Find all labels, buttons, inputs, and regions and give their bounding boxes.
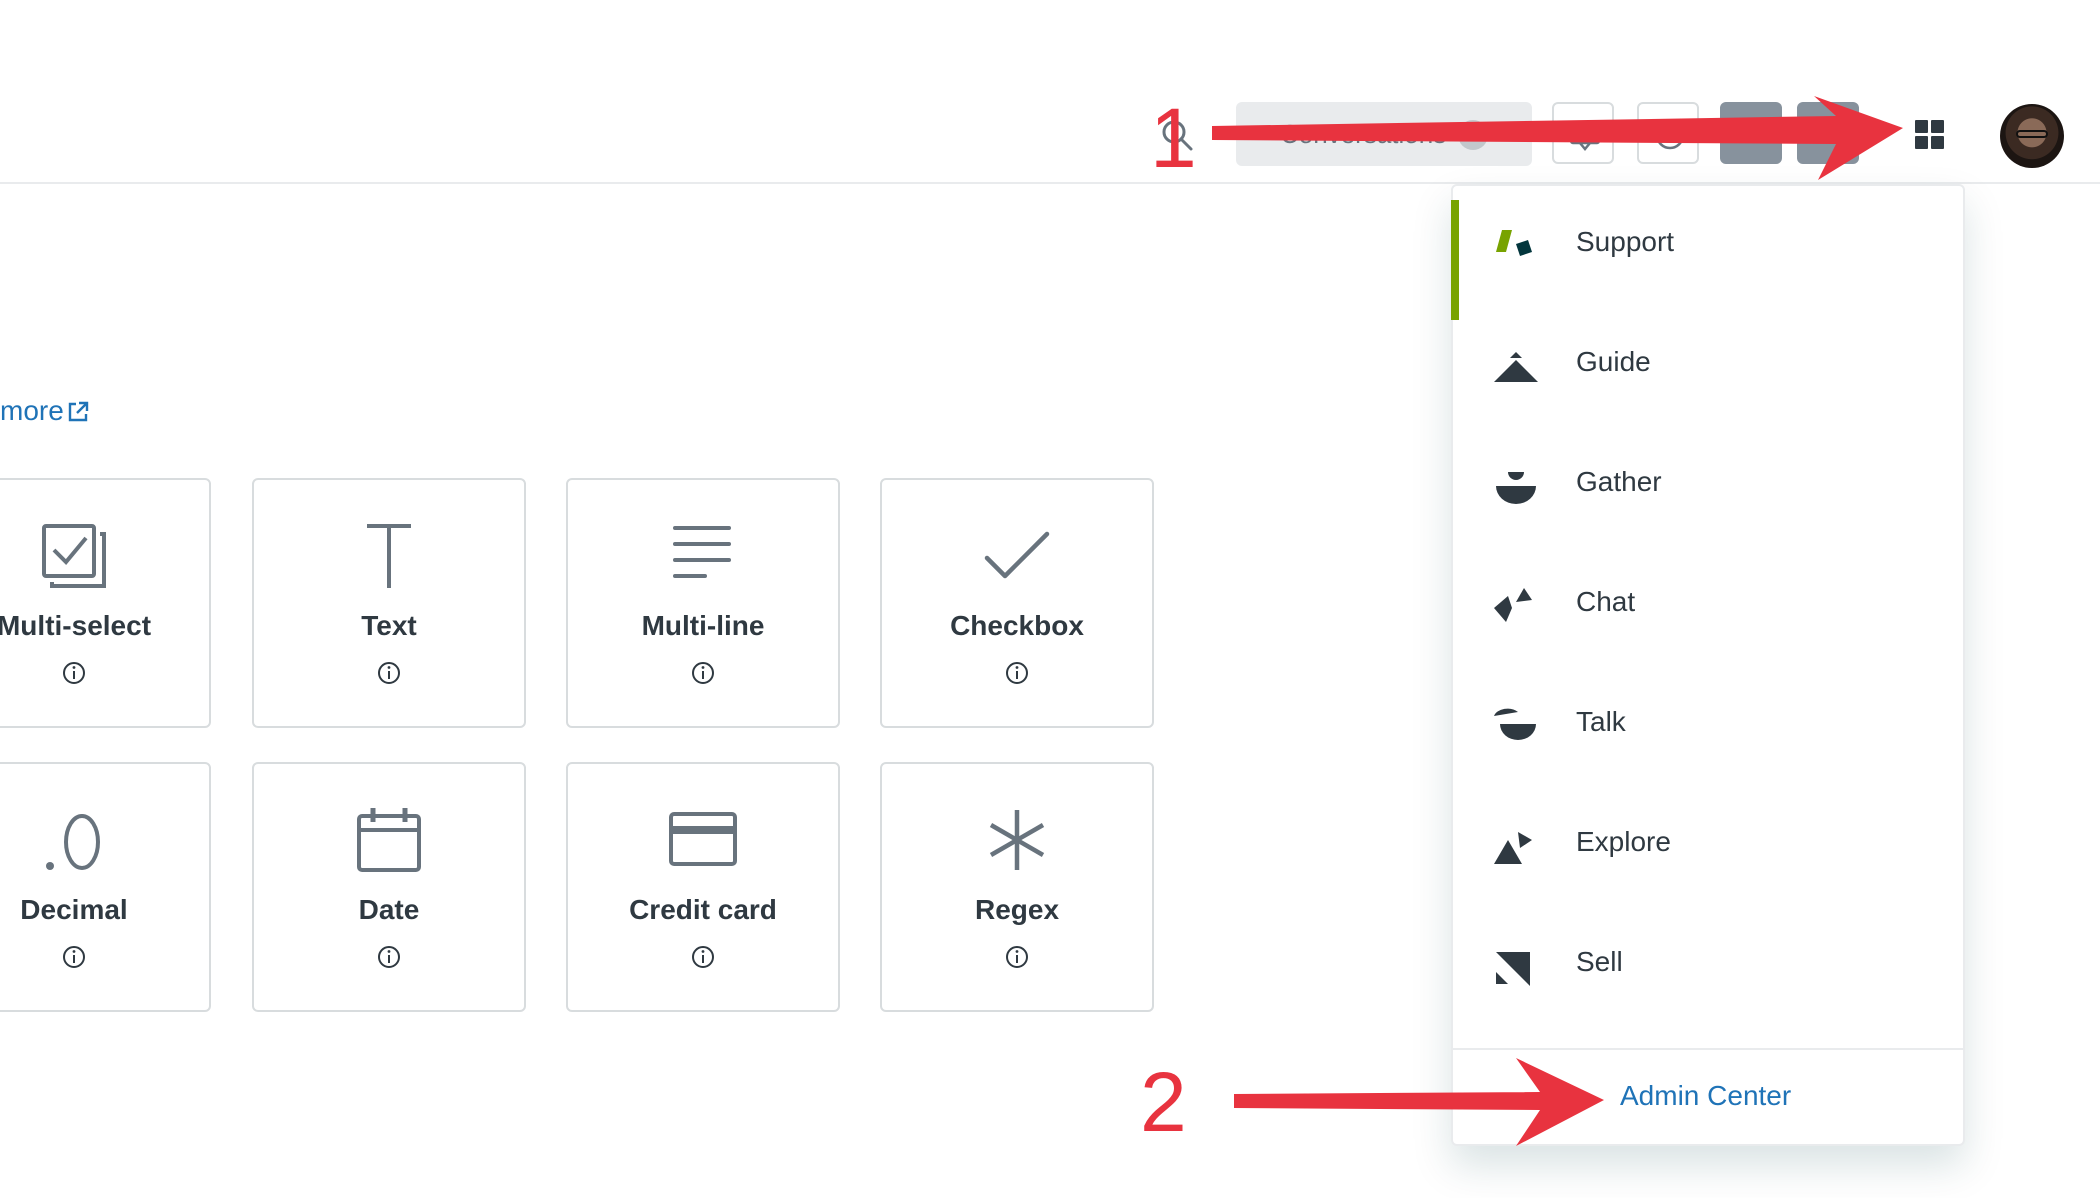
annotation-step-1: 1 xyxy=(1150,91,1197,185)
gather-logo-icon xyxy=(1496,472,1536,504)
field-type-label: Multi-line xyxy=(641,610,765,641)
external-link-icon[interactable] xyxy=(66,400,90,424)
talk-logo-icon xyxy=(1494,708,1536,740)
learn-more-link[interactable]: more xyxy=(0,395,64,427)
field-type-card-decimal[interactable]: Decimal xyxy=(0,762,211,1012)
product-item-gather[interactable]: Gather xyxy=(1490,446,1930,526)
chat-icon xyxy=(1569,121,1601,151)
annotation-step-2: 2 xyxy=(1140,1055,1187,1149)
product-item-chat[interactable]: Chat xyxy=(1490,566,1930,646)
info-icon[interactable] xyxy=(61,944,87,970)
product-label: Gather xyxy=(1576,466,1662,497)
field-type-card-credit-card[interactable]: Credit card xyxy=(566,762,840,1012)
product-label: Guide xyxy=(1576,346,1651,377)
credit-card-icon xyxy=(669,812,737,866)
product-item-explore[interactable]: Explore xyxy=(1490,806,1930,886)
help-icon xyxy=(1655,120,1685,150)
info-icon[interactable] xyxy=(1004,660,1030,686)
info-icon[interactable] xyxy=(690,944,716,970)
field-type-card-regex[interactable]: Regex xyxy=(880,762,1154,1012)
product-item-talk[interactable]: Talk xyxy=(1490,686,1930,766)
multi-select-icon xyxy=(42,524,106,588)
field-type-card-multi-line[interactable]: Multi-line xyxy=(566,478,840,728)
avatar[interactable] xyxy=(2000,104,2064,168)
active-product-indicator xyxy=(1451,200,1459,320)
field-type-label: Regex xyxy=(974,894,1060,925)
notifications-button[interactable] xyxy=(1720,102,1782,164)
chat-logo-icon xyxy=(1494,588,1532,622)
info-icon[interactable] xyxy=(690,660,716,686)
field-type-card-checkbox[interactable]: Checkbox xyxy=(880,478,1154,728)
field-type-label: Credit card xyxy=(629,894,777,925)
asterisk-icon xyxy=(989,810,1045,870)
info-icon[interactable] xyxy=(376,944,402,970)
avatar-glasses xyxy=(2016,130,2048,138)
product-label: Talk xyxy=(1576,706,1626,737)
field-type-label: Text xyxy=(361,610,417,641)
product-label: Sell xyxy=(1576,946,1623,977)
product-label: Chat xyxy=(1576,586,1636,617)
field-type-label: Decimal xyxy=(20,894,128,925)
info-icon[interactable] xyxy=(1004,944,1030,970)
decimal-icon xyxy=(46,814,100,870)
text-icon xyxy=(367,524,411,588)
checkbox-icon xyxy=(984,531,1050,579)
admin-center-link[interactable]: Admin Center xyxy=(1620,1080,1791,1112)
explore-logo-icon xyxy=(1494,832,1532,864)
product-label: Support xyxy=(1576,226,1675,257)
product-label: Explore xyxy=(1576,826,1671,857)
field-type-card-multi-select[interactable]: Multi-select xyxy=(0,478,211,728)
info-icon[interactable] xyxy=(376,660,402,686)
sell-logo-icon xyxy=(1496,952,1530,986)
field-type-label: Date xyxy=(358,894,420,925)
apps-grid-icon[interactable] xyxy=(1915,120,1945,150)
support-logo-icon xyxy=(1496,230,1532,256)
product-item-support[interactable]: Support xyxy=(1490,206,1930,286)
search-input[interactable]: Conversations xyxy=(1236,102,1532,166)
help-button[interactable] xyxy=(1637,102,1699,164)
calendar-icon xyxy=(357,808,421,872)
field-type-label: Multi-select xyxy=(0,610,152,641)
field-type-card-text[interactable]: Text xyxy=(252,478,526,728)
multi-line-icon xyxy=(673,526,731,578)
tray-divider xyxy=(1453,1048,1963,1050)
guide-logo-icon xyxy=(1494,352,1538,382)
profile-menu-button[interactable] xyxy=(1797,102,1859,164)
product-item-sell[interactable]: Sell xyxy=(1490,926,1930,1006)
field-type-label: Checkbox xyxy=(950,610,1084,641)
chat-button[interactable] xyxy=(1552,102,1614,164)
info-icon[interactable] xyxy=(61,660,87,686)
product-item-guide[interactable]: Guide xyxy=(1490,326,1930,406)
search-placeholder: Conversations xyxy=(1280,119,1447,149)
clear-search-icon[interactable] xyxy=(1458,120,1488,150)
field-type-card-date[interactable]: Date xyxy=(252,762,526,1012)
